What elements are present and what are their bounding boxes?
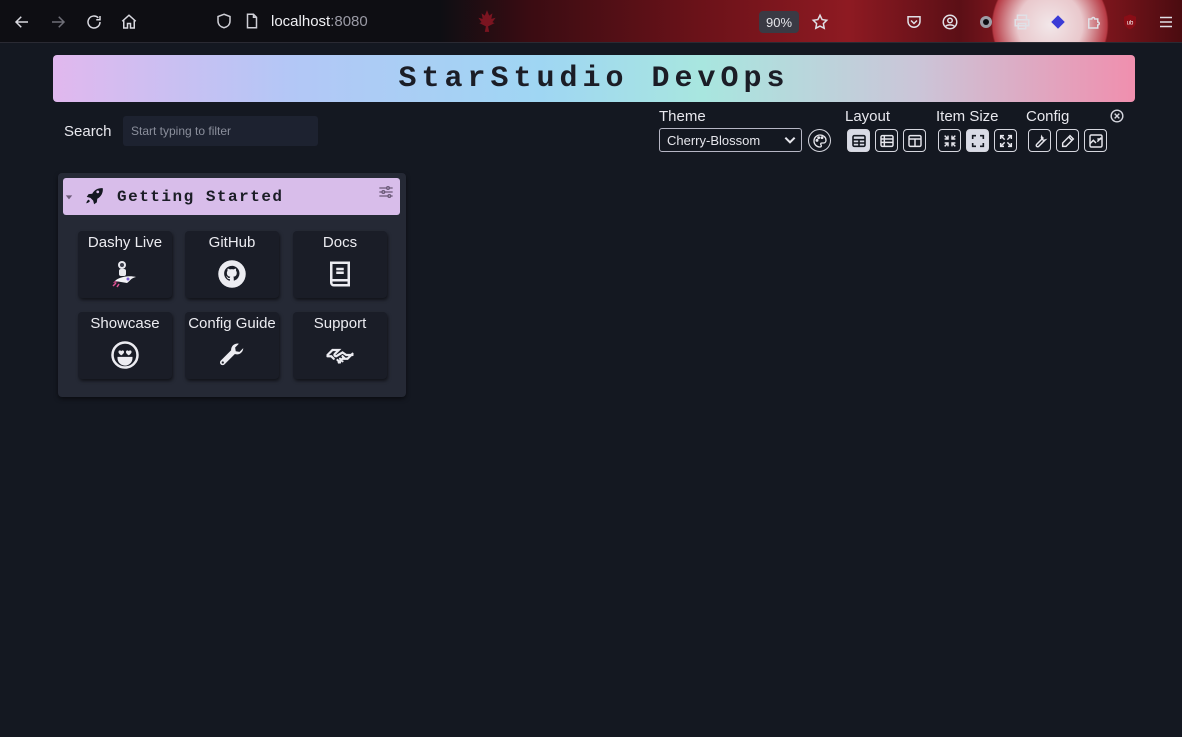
heart-eyes-icon [110,340,140,370]
extension-diamond-button[interactable] [1047,11,1069,33]
layout-auto-button[interactable] [847,129,870,152]
arrow-left-icon [14,16,28,28]
pocket-icon [907,16,921,28]
extension-printer-button[interactable] [1011,11,1033,33]
tile-label: Showcase [90,315,160,332]
zoom-level-button[interactable]: 90% [759,11,799,33]
bookmark-star-button[interactable] [809,11,831,33]
theme-select[interactable]: Cherry-Blossom [659,128,802,152]
astronaut-rocket-icon [110,259,140,289]
back-button[interactable] [11,11,33,33]
reload-icon [87,15,101,29]
compress-icon [943,134,956,147]
section-header[interactable]: Getting Started [63,178,400,215]
tile-label: Docs [322,234,358,251]
circle-extension-icon [980,16,992,28]
page-title: StarStudio DevOps [398,61,790,96]
account-button[interactable] [939,11,961,33]
sliders-icon[interactable] [378,185,394,199]
forward-button[interactable] [47,11,69,33]
hamburger-menu-icon [1160,16,1172,28]
grid-layout-icon [851,134,866,147]
theme-label: Theme [659,108,706,125]
section-title: Getting Started [117,188,284,206]
puzzle-icon [1088,16,1100,29]
reload-button[interactable] [83,11,105,33]
section-getting-started: Getting Started Dashy Live GitHub Docs S… [58,173,406,397]
rocket-icon [86,188,103,205]
wrench-icon [1035,134,1047,147]
tile-docs[interactable]: Docs [293,231,387,298]
github-icon [217,259,247,289]
printer-icon [1014,14,1030,30]
home-button[interactable] [118,11,140,33]
page-icon[interactable] [243,12,261,30]
columns-layout-icon [907,134,922,147]
maple-leaf-icon [478,10,496,32]
image-edit-icon [1088,133,1103,148]
expand-frame-icon [971,134,984,147]
book-icon [325,259,355,289]
star-icon [811,13,829,30]
account-icon [942,14,958,30]
layout-vertical-button[interactable] [875,129,898,152]
expand-arrows-icon [999,134,1012,147]
arrow-right-icon [52,16,66,28]
tile-label: Dashy Live [87,234,163,251]
close-circle-icon[interactable] [1110,109,1124,123]
config-label: Config [1026,108,1070,125]
ublock-shield-icon: ub [1124,14,1136,30]
shield-icon[interactable] [215,12,233,30]
chevron-down-icon [784,136,796,144]
pocket-button[interactable] [903,11,925,33]
browser-toolbar: localhost:8080 90% ub [0,0,1182,43]
search-label: Search [64,123,112,140]
tile-config-guide[interactable]: Config Guide [185,312,279,379]
diamond-extension-icon [1051,15,1065,29]
url-bar[interactable]: localhost:8080 [271,13,368,30]
url-port: :8080 [330,13,368,30]
item-size-small-button[interactable] [938,129,961,152]
layout-label: Layout [845,108,891,125]
url-host: localhost [271,13,331,30]
tile-dashy-live[interactable]: Dashy Live [78,231,172,298]
item-size-medium-button[interactable] [966,129,989,152]
wrench-icon [217,340,247,370]
tile-label: Support [313,315,367,332]
svg-text:ub: ub [1127,20,1134,26]
palette-icon [812,133,827,148]
page-header-banner: StarStudio DevOps [53,55,1135,102]
item-size-label: Item Size [936,108,999,125]
extension-puzzle-button[interactable] [1083,11,1105,33]
ublock-button[interactable]: ub [1119,11,1141,33]
tile-support[interactable]: Support [293,312,387,379]
tile-label: Config Guide [188,315,276,332]
theme-select-value: Cherry-Blossom [667,132,761,148]
config-edit-button[interactable] [1028,129,1051,152]
tile-label: GitHub [208,234,256,251]
list-layout-icon [879,134,894,147]
layout-horizontal-button[interactable] [903,129,926,152]
search-input[interactable] [123,116,318,146]
home-icon [121,14,137,29]
handshake-icon [325,340,355,370]
item-size-large-button[interactable] [994,129,1017,152]
theme-customize-button[interactable] [808,129,831,152]
collapse-arrow-icon[interactable] [65,193,73,201]
extension-circle-button[interactable] [975,11,997,33]
config-edit-mode-button[interactable] [1056,129,1079,152]
app-menu-button[interactable] [1155,11,1177,33]
pencil-icon [1061,134,1074,147]
config-options-button[interactable] [1084,129,1107,152]
tile-showcase[interactable]: Showcase [78,312,172,379]
tile-github[interactable]: GitHub [185,231,279,298]
